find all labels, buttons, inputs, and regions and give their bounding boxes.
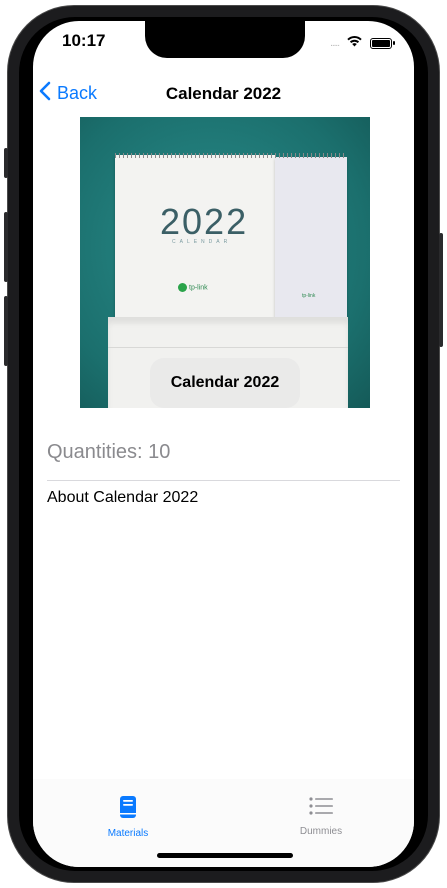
status-icons: ..... (330, 34, 395, 52)
mute-switch (4, 148, 8, 178)
home-indicator[interactable] (157, 853, 293, 858)
navigation-bar: Back Calendar 2022 (33, 81, 414, 111)
tab-materials-label: Materials (107, 828, 149, 839)
quantities-label: Quantities: 10 (47, 441, 171, 463)
screen: 10:17 ..... Back Calendar 2022 2022 CALE… (33, 21, 414, 867)
calendar-year: 2022 (160, 201, 249, 242)
page-title: Calendar 2022 (165, 84, 282, 103)
side-button (439, 233, 443, 347)
image-caption-text: Calendar 2022 (170, 374, 280, 391)
volume-down-button (4, 296, 8, 366)
tab-dummies-label: Dummies (299, 826, 343, 837)
notch (145, 21, 305, 58)
status-time: 10:17 (62, 31, 106, 50)
calendar-spiral (115, 153, 347, 158)
tab-bar: Materials Dummies (33, 779, 414, 867)
battery-icon (370, 37, 395, 49)
material-photo: 2022 CALENDAR tp-link tp-link Calendar 2… (80, 117, 370, 408)
brand-logo: tp-link (178, 283, 208, 292)
book-icon (119, 796, 137, 823)
divider (47, 480, 400, 481)
brand-logo-small: tp-link (302, 293, 316, 299)
tab-materials[interactable]: Materials (78, 795, 178, 839)
signal-icon: ..... (330, 37, 340, 49)
about-text: About Calendar 2022 (47, 489, 199, 506)
list-icon (308, 797, 334, 821)
calendar-word: CALENDAR (172, 239, 232, 245)
wifi-icon (346, 34, 363, 52)
image-caption: Calendar 2022 (150, 358, 300, 408)
volume-up-button (4, 212, 8, 282)
tab-dummies[interactable]: Dummies (271, 795, 371, 837)
